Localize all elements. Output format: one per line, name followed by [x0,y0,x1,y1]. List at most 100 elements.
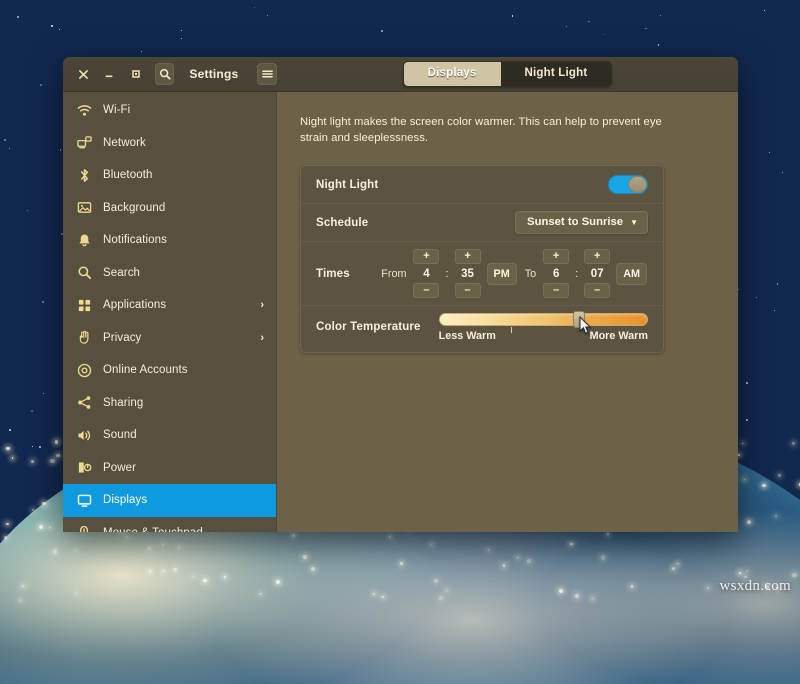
night-light-label: Night Light [316,179,378,191]
monitor-icon [77,493,92,508]
tab-night-light[interactable]: Night Light [501,62,612,86]
from-hour-value[interactable]: 4 [413,265,439,282]
from-hour-decrement[interactable]: – [413,283,439,298]
maximize-icon[interactable] [129,66,143,83]
panel-description: Night light makes the screen color warme… [300,114,666,146]
search-icon [77,265,92,280]
image-icon [77,200,92,215]
slider-endpoint-labels: Less Warm More Warm [439,330,648,342]
schedule-dropdown[interactable]: Sunset to Sunrise ▼ [515,211,648,234]
mouse-icon [77,525,92,532]
settings-sidebar: Wi-Fi Network Bluetooth Background Notificat… [63,92,277,532]
hand-icon [77,330,92,345]
sidebar-item-bluetooth[interactable]: Bluetooth [63,159,276,192]
color-temperature-slider[interactable]: Less Warm More Warm [439,313,648,342]
tab-displays[interactable]: Displays [404,62,501,86]
schedule-label: Schedule [316,217,368,229]
sidebar-item-label: Applications [103,299,249,311]
chevron-right-icon: › [260,332,264,344]
row-color-temperature: Color Temperature Less Warm [301,306,663,352]
times-label: Times [316,268,350,280]
sidebar-item-displays[interactable]: Displays [63,484,276,517]
night-light-toggle[interactable] [608,175,648,194]
sidebar-item-search[interactable]: Search [63,257,276,290]
chevron-right-icon: › [260,299,264,311]
sidebar-item-sharing[interactable]: Sharing [63,387,276,420]
sidebar-item-label: Sound [103,429,264,441]
hamburger-menu-icon[interactable] [257,63,277,85]
to-minute-decrement[interactable]: – [584,283,610,298]
to-minute-increment[interactable]: + [584,249,610,264]
from-time-colon: : [444,268,449,280]
settings-window: Settings Displays Night Light Wi-Fi Netwo… [63,57,738,532]
sidebar-item-label: Wi-Fi [103,104,264,116]
schedule-value: Sunset to Sunrise [527,216,623,228]
slider-min-label: Less Warm [439,330,496,342]
sidebar-item-label: Mouse & Touchpad [103,527,264,532]
network-icon [77,135,92,150]
window-titlebar: Settings Displays Night Light [63,57,738,92]
wifi-icon [77,103,92,118]
watermark: wsxdn.com [720,578,791,595]
to-word: To [523,268,538,280]
from-minute-value[interactable]: 35 [455,265,481,282]
sidebar-item-notifications[interactable]: Notifications [63,224,276,257]
sidebar-item-applications[interactable]: Applications › [63,289,276,322]
sidebar-item-wi-fi[interactable]: Wi-Fi [63,94,276,127]
sidebar-item-label: Network [103,137,264,149]
slider-tick-mark [511,327,512,333]
sidebar-item-label: Sharing [103,397,264,409]
sidebar-item-privacy[interactable]: Privacy › [63,322,276,355]
speaker-icon [77,428,92,443]
from-hour-stepper: + 4 – [413,249,439,298]
row-schedule: Schedule Sunset to Sunrise ▼ [301,204,663,242]
close-icon[interactable] [76,66,90,83]
sidebar-item-label: Bluetooth [103,169,264,181]
times-controls: From + 4 – : + 35 – PM [379,249,648,298]
from-minute-increment[interactable]: + [455,249,481,264]
to-time-colon: : [574,268,579,280]
window-body: Wi-Fi Network Bluetooth Background Notificat… [63,92,738,532]
from-meridiem-button[interactable]: PM [487,263,517,285]
sidebar-item-online-accounts[interactable]: Online Accounts [63,354,276,387]
sidebar-item-label: Displays [103,494,264,506]
night-light-panel: Night light makes the screen color warme… [277,92,738,532]
titlebar-left-group: Settings [63,57,277,91]
slider-track[interactable] [439,313,648,326]
sidebar-item-power[interactable]: Power [63,452,276,485]
to-hour-value[interactable]: 6 [543,265,569,282]
sidebar-item-network[interactable]: Network [63,127,276,160]
grid-apps-icon [77,298,92,313]
to-hour-stepper: + 6 – [543,249,569,298]
from-minute-stepper: + 35 – [455,249,481,298]
minimize-icon[interactable] [102,66,116,83]
sidebar-item-label: Notifications [103,234,264,246]
color-temperature-label: Color Temperature [316,321,421,333]
from-minute-decrement[interactable]: – [455,283,481,298]
sidebar-item-mouse-touchpad[interactable]: Mouse & Touchpad [63,517,276,533]
to-hour-decrement[interactable]: – [543,283,569,298]
row-night-light: Night Light [301,166,663,204]
sidebar-item-label: Background [103,202,264,214]
to-meridiem-button[interactable]: AM [616,263,647,285]
at-sign-icon [77,363,92,378]
power-plug-icon [77,460,92,475]
search-icon[interactable] [155,63,175,85]
night-light-card: Night Light Schedule Sunset to Sunrise ▼ [300,165,664,353]
from-hour-increment[interactable]: + [413,249,439,264]
mouse-cursor-icon [579,316,592,335]
sidebar-item-label: Privacy [103,332,249,344]
sidebar-item-label: Search [103,267,264,279]
titlebar-right-group: Displays Night Light [277,57,738,91]
sidebar-item-sound[interactable]: Sound [63,419,276,452]
to-minute-stepper: + 07 – [584,249,610,298]
sidebar-item-label: Power [103,462,264,474]
to-minute-value[interactable]: 07 [584,265,610,282]
share-icon [77,395,92,410]
from-word: From [379,268,408,280]
sidebar-item-background[interactable]: Background [63,192,276,225]
to-hour-increment[interactable]: + [543,249,569,264]
toggle-knob [628,176,647,193]
slider-max-label: More Warm [590,330,648,342]
window-title: Settings [189,67,238,81]
